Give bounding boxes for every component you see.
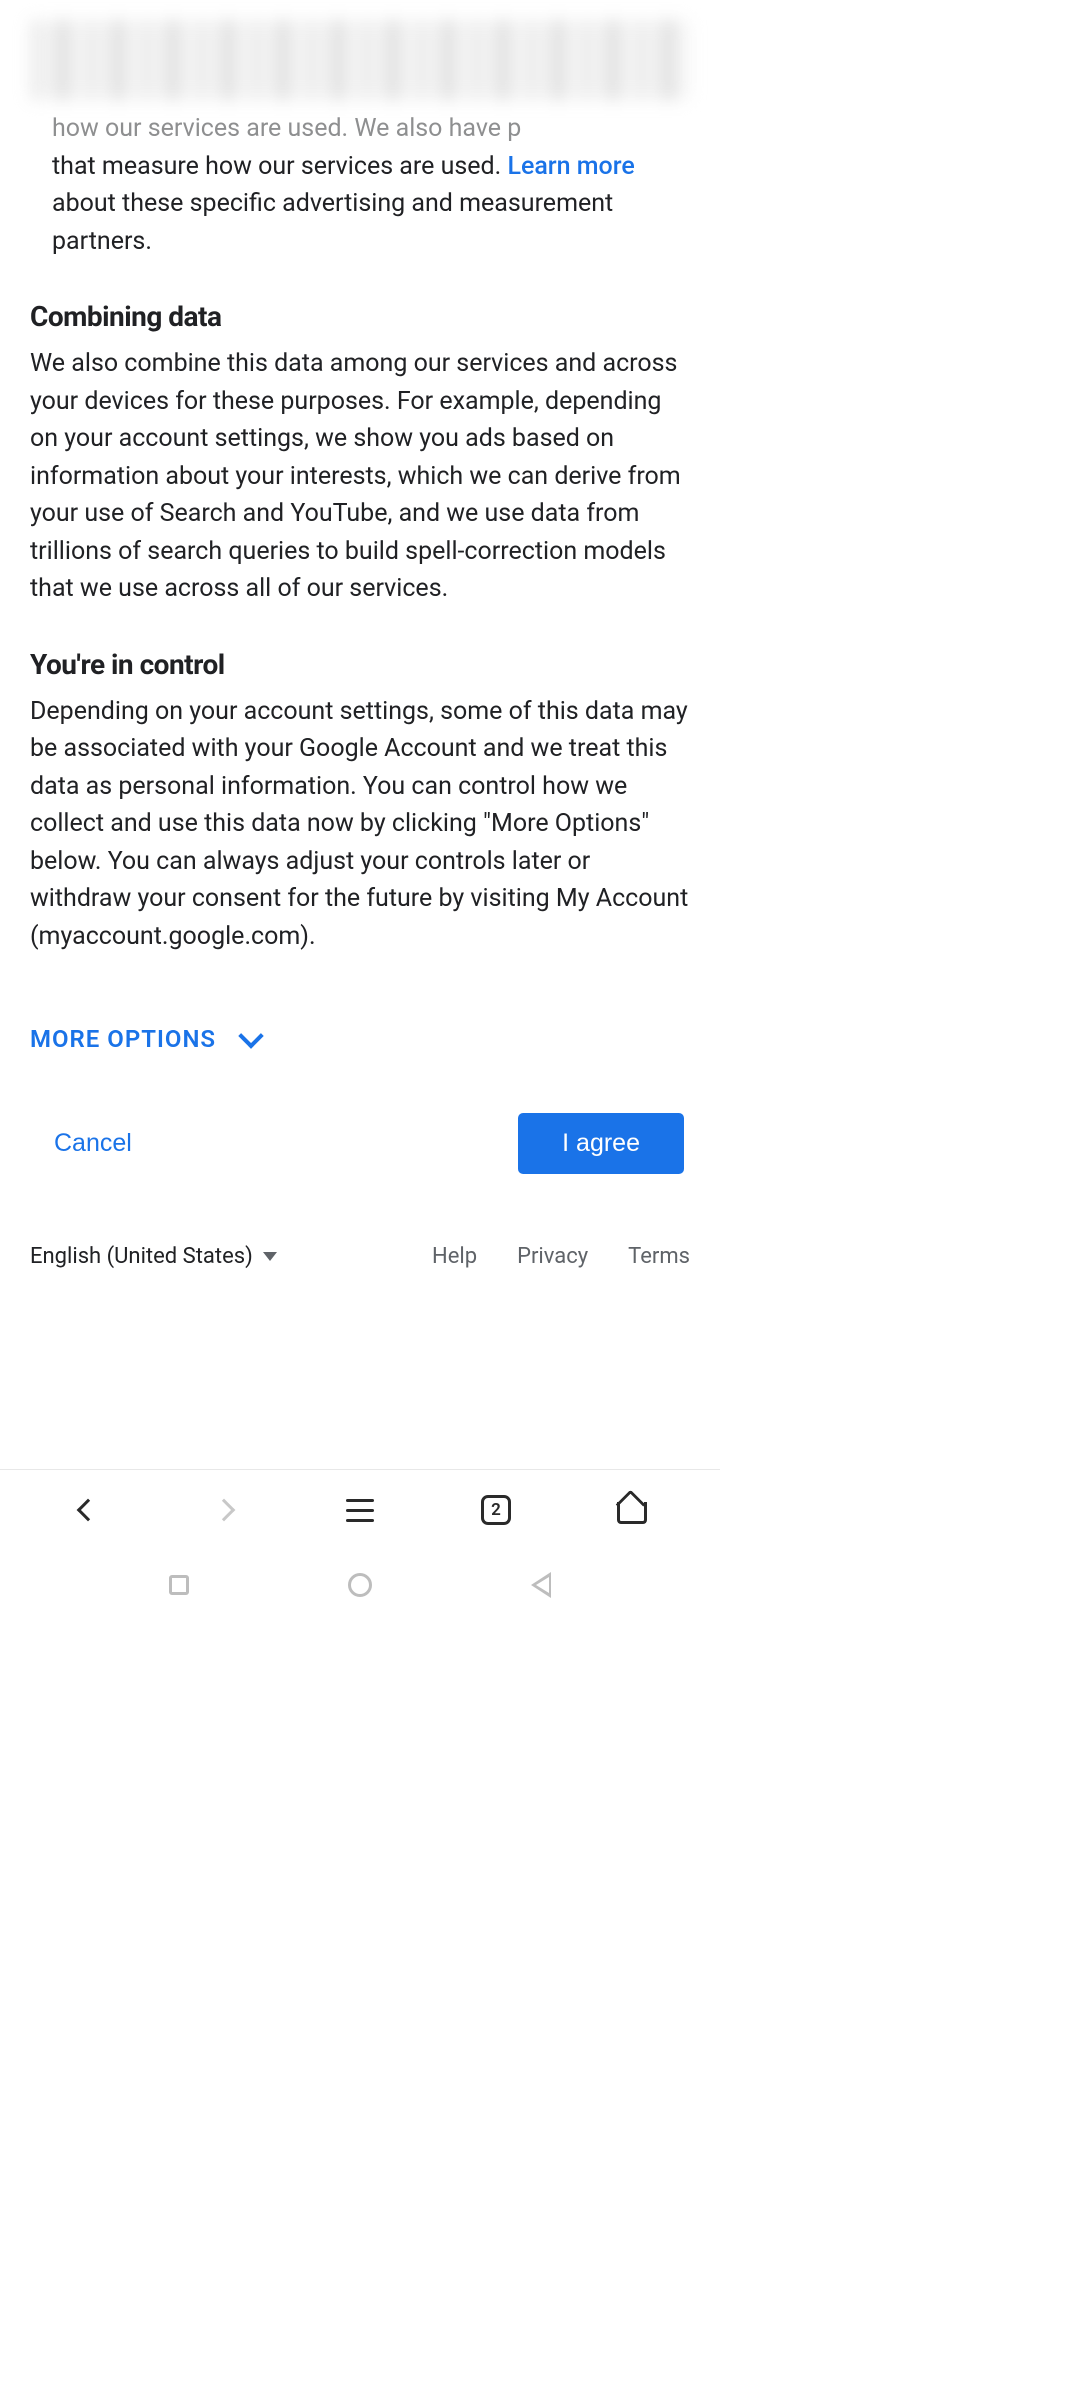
cancel-button[interactable]: Cancel: [36, 1117, 150, 1170]
combining-data-body: We also combine this data among our serv…: [30, 345, 690, 608]
more-options-toggle[interactable]: MORE OPTIONS: [30, 1025, 690, 1053]
learn-more-link[interactable]: Learn more: [507, 152, 634, 181]
combining-data-heading: Combining data: [30, 300, 690, 333]
system-recent-button[interactable]: [169, 1575, 189, 1595]
browser-tabs-button[interactable]: 2: [476, 1490, 516, 1530]
button-row: Cancel I agree: [30, 1093, 690, 1234]
youre-in-control-heading: You're in control: [30, 648, 690, 681]
browser-back-button[interactable]: [68, 1490, 108, 1530]
back-triangle-icon: [531, 1572, 551, 1598]
agree-button[interactable]: I agree: [518, 1113, 684, 1174]
browser-forward-button[interactable]: [204, 1490, 244, 1530]
intro-paragraph: how our services are used. We also have …: [52, 110, 690, 260]
partial-cut-text: how our services are used. We also have …: [52, 110, 690, 148]
intro-text-after-link: about these specific advertising and mea…: [52, 189, 613, 256]
hamburger-icon: [346, 1499, 374, 1522]
language-label: English (United States): [30, 1244, 253, 1269]
intro-text-before-link: that measure how our services are used.: [52, 152, 507, 181]
footer-links: Help Privacy Terms: [432, 1244, 690, 1269]
chevron-right-icon: [213, 1499, 236, 1522]
triangle-down-icon: [263, 1252, 277, 1261]
youre-in-control-body: Depending on your account settings, some…: [30, 693, 690, 956]
terms-link[interactable]: Terms: [628, 1244, 690, 1269]
browser-home-button[interactable]: [612, 1490, 652, 1530]
obscured-top-region: [30, 20, 690, 100]
more-options-label: MORE OPTIONS: [30, 1025, 216, 1053]
system-back-button[interactable]: [531, 1572, 551, 1598]
tabs-icon: 2: [481, 1495, 511, 1525]
system-home-button[interactable]: [348, 1573, 372, 1597]
main-content: how our services are used. We also have …: [0, 110, 720, 1309]
browser-menu-button[interactable]: [340, 1490, 380, 1530]
chevron-down-icon: [238, 1023, 263, 1048]
footer-row: English (United States) Help Privacy Ter…: [30, 1234, 690, 1309]
home-circle-icon: [348, 1573, 372, 1597]
help-link[interactable]: Help: [432, 1244, 477, 1269]
tab-count: 2: [491, 1500, 501, 1520]
privacy-link[interactable]: Privacy: [517, 1244, 588, 1269]
recent-apps-icon: [169, 1575, 189, 1595]
chevron-left-icon: [77, 1499, 100, 1522]
home-icon: [617, 1496, 647, 1524]
system-navigation-bar: [0, 1550, 720, 1620]
language-selector[interactable]: English (United States): [30, 1244, 277, 1269]
browser-navigation-bar: 2: [0, 1469, 720, 1550]
